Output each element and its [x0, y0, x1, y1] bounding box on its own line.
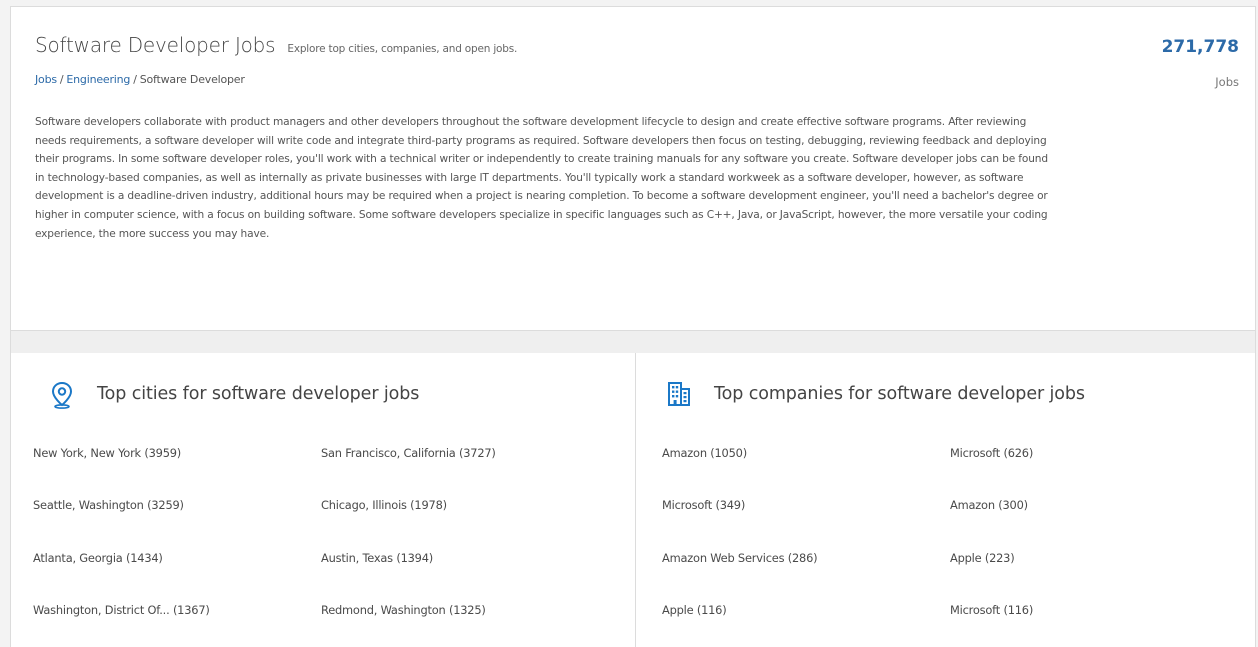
top-companies-header: Top companies for software developer job… — [666, 381, 1085, 407]
city-link[interactable]: Seattle, Washington (3259) — [33, 498, 184, 512]
breadcrumb-separator: / — [133, 73, 137, 86]
page-title: Software Developer Jobs — [35, 33, 276, 57]
top-cities-header: Top cities for software developer jobs — [49, 381, 420, 409]
company-link[interactable]: Microsoft (626) — [950, 446, 1033, 460]
company-link[interactable]: Amazon (300) — [950, 498, 1028, 512]
breadcrumb: Jobs / Engineering / Software Developer — [35, 73, 245, 86]
top-cities-title: Top cities for software developer jobs — [97, 384, 420, 404]
breadcrumb-engineering-link[interactable]: Engineering — [66, 73, 130, 86]
company-link[interactable]: Amazon (1050) — [662, 446, 747, 460]
job-count-label: Jobs — [1215, 75, 1239, 89]
job-count[interactable]: 271,778 — [1162, 37, 1239, 57]
job-description: Software developers collaborate with pro… — [35, 116, 1048, 240]
company-link[interactable]: Apple (116) — [662, 603, 727, 617]
city-link[interactable]: Chicago, Illinois (1978) — [321, 498, 447, 512]
breadcrumb-separator: / — [59, 73, 64, 86]
company-link[interactable]: Amazon Web Services (286) — [662, 551, 818, 565]
building-icon — [666, 381, 692, 407]
breadcrumb-current: Software Developer — [139, 73, 245, 86]
city-link[interactable]: San Francisco, California (3727) — [321, 446, 496, 460]
top-companies-title: Top companies for software developer job… — [714, 384, 1085, 404]
city-link[interactable]: Austin, Texas (1394) — [321, 551, 433, 565]
breadcrumb-jobs-link[interactable]: Jobs — [35, 73, 57, 86]
title-row: Software Developer Jobs Explore top citi… — [35, 33, 517, 57]
location-pin-icon — [49, 381, 75, 409]
city-link[interactable]: Atlanta, Georgia (1434) — [33, 551, 163, 565]
city-link[interactable]: Washington, District Of... (1367) — [33, 603, 210, 617]
top-companies-panel: Top companies for software developer job… — [636, 353, 1256, 647]
company-link[interactable]: Microsoft (116) — [950, 603, 1033, 617]
city-link[interactable]: New York, New York (3959) — [33, 446, 181, 460]
top-cities-panel: Top cities for software developer jobs N… — [10, 353, 636, 647]
section-divider — [10, 331, 1256, 353]
city-link[interactable]: Redmond, Washington (1325) — [321, 603, 486, 617]
job-summary-card: Software Developer Jobs Explore top citi… — [10, 6, 1256, 331]
company-link[interactable]: Apple (223) — [950, 551, 1015, 565]
company-link[interactable]: Microsoft (349) — [662, 498, 745, 512]
page-subtitle: Explore top cities, companies, and open … — [287, 43, 518, 55]
